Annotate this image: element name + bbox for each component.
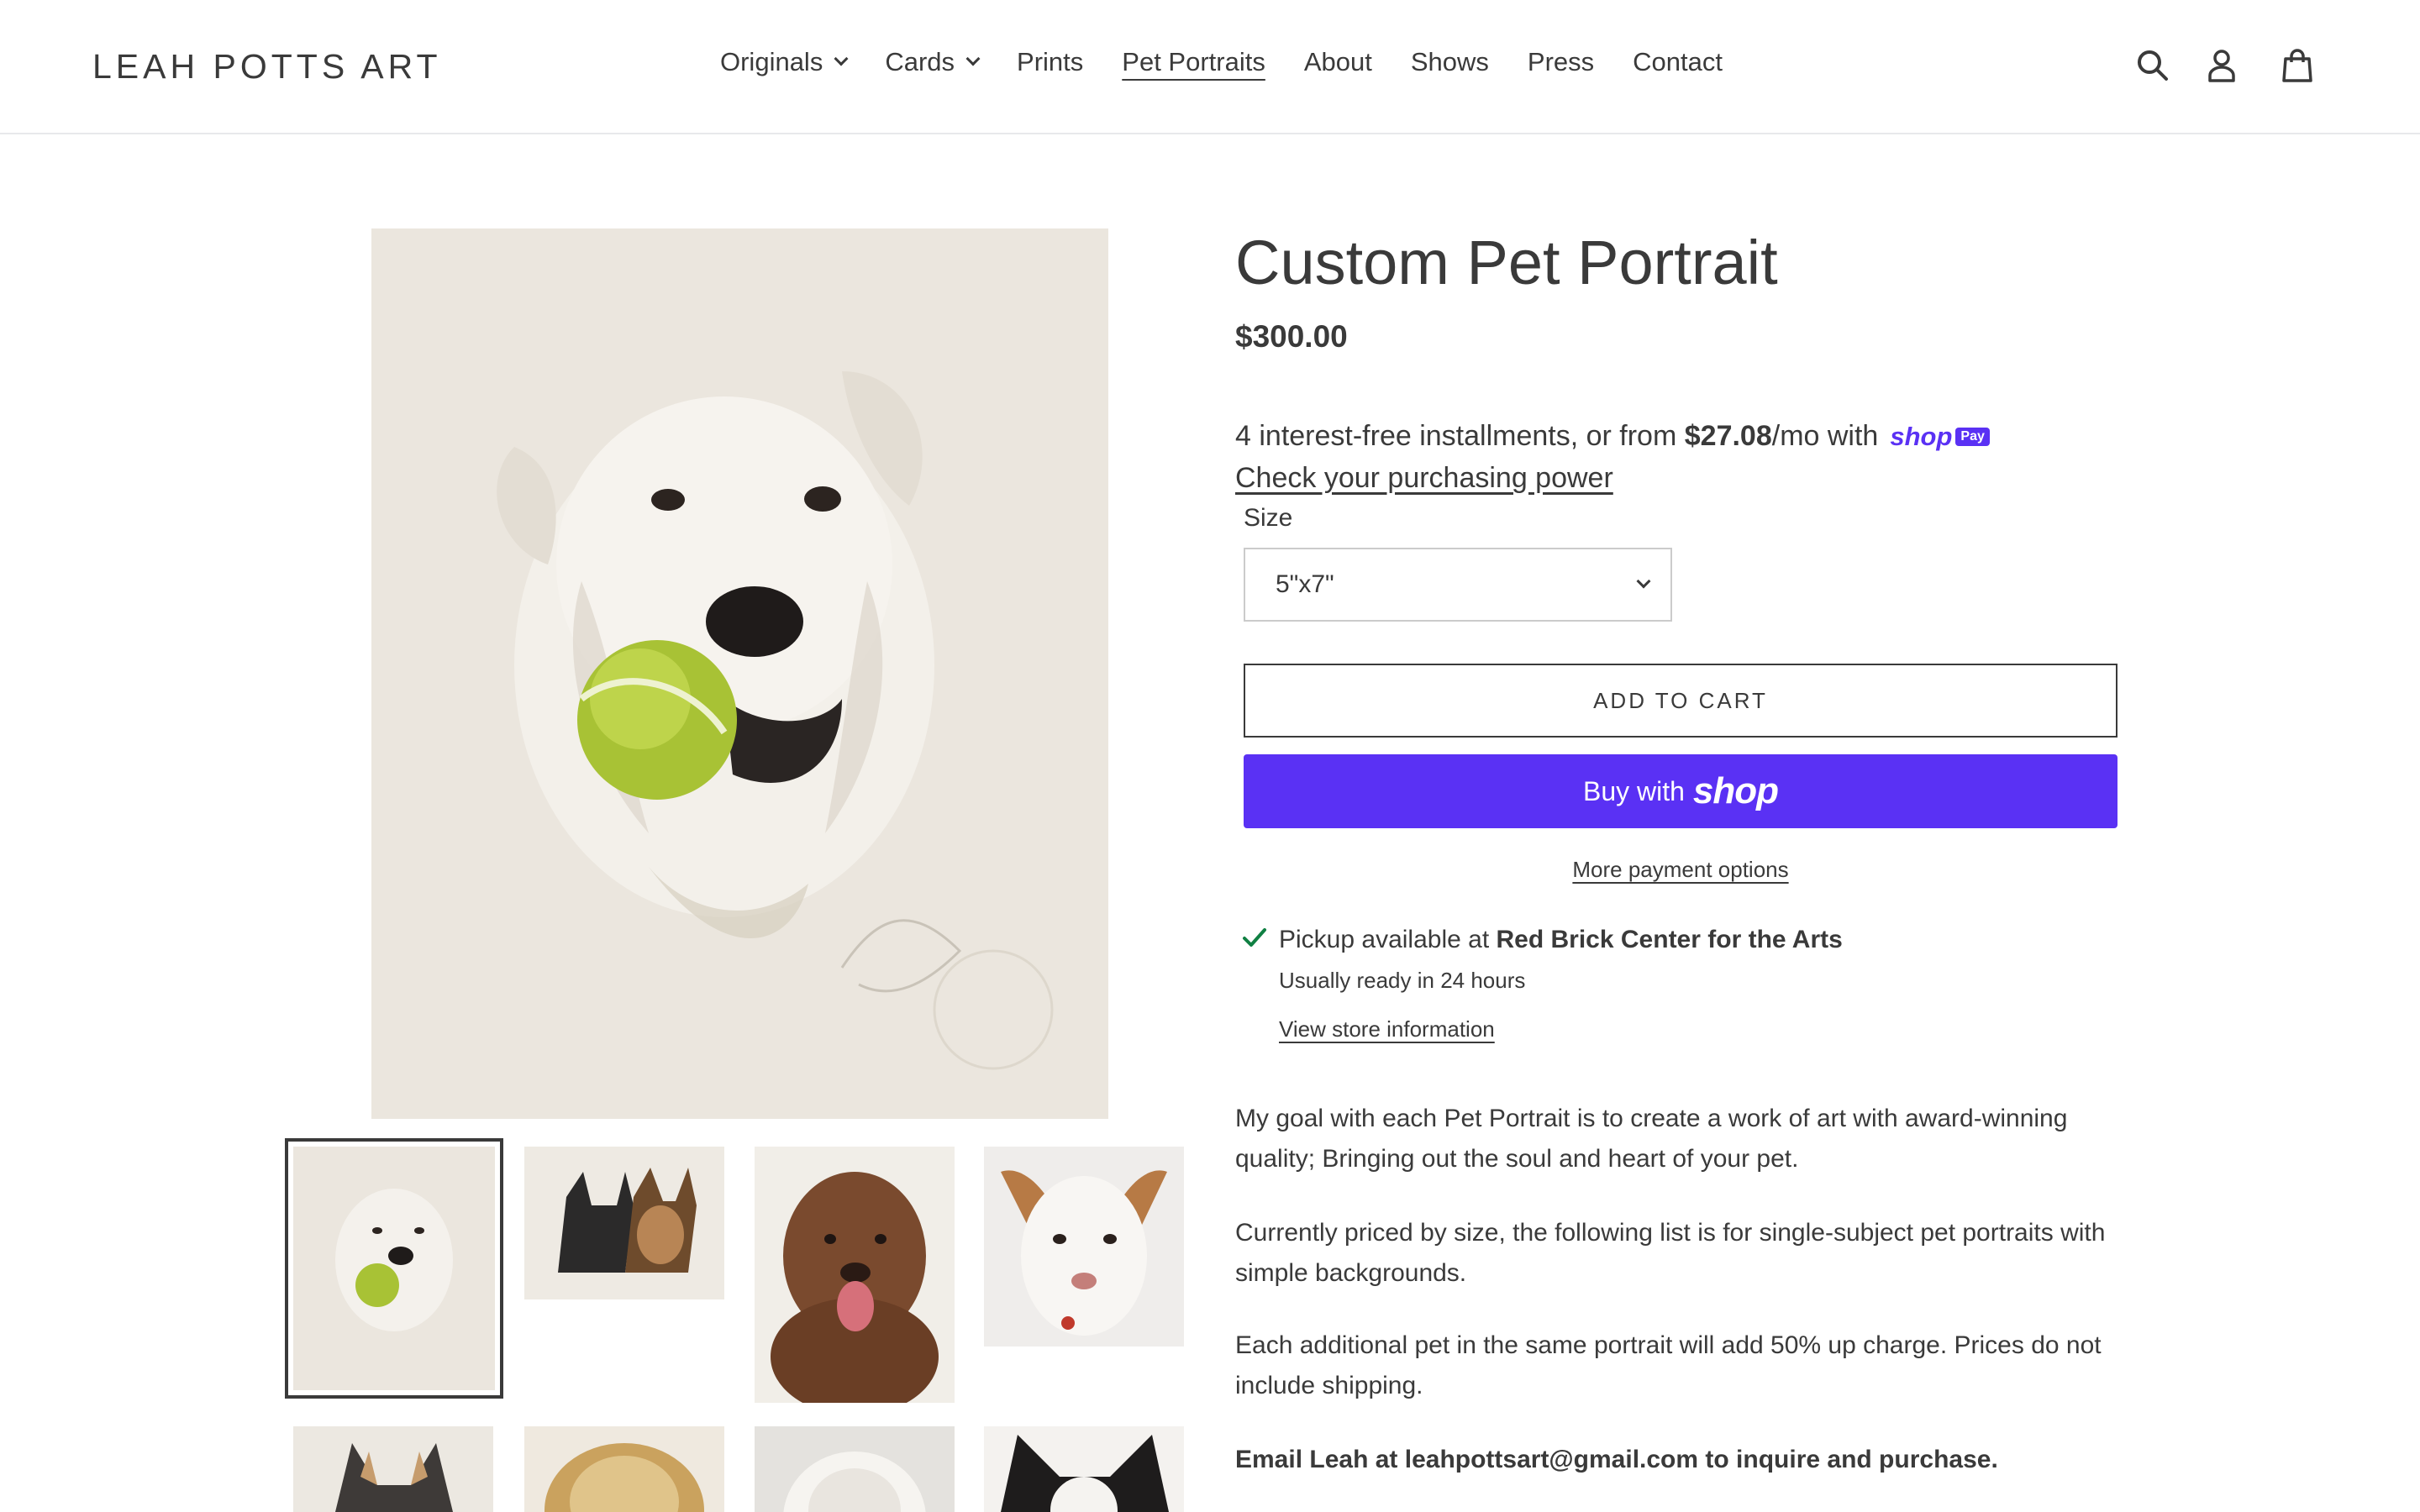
site-logo[interactable]: LEAH POTTS ART <box>92 47 442 87</box>
thumbnail-2[interactable] <box>524 1147 724 1299</box>
nav-contact[interactable]: Contact <box>1633 47 1723 77</box>
nav-label: Originals <box>720 47 823 76</box>
nav-originals[interactable]: Originals <box>720 47 849 77</box>
account-icon[interactable] <box>2203 47 2240 84</box>
installments-suffix: /mo with <box>1771 420 1879 452</box>
header-icons <box>2134 47 2316 84</box>
product-main-image[interactable] <box>371 228 1108 1119</box>
size-select[interactable]: 5"x7" <box>1244 548 1672 622</box>
thumb-terrier-image <box>293 1147 495 1390</box>
installments-prefix: 4 interest-free installments, or from <box>1235 420 1685 452</box>
search-icon[interactable] <box>2134 47 2171 84</box>
nav-about[interactable]: About <box>1304 47 1372 77</box>
nav-prints[interactable]: Prints <box>1017 47 1083 77</box>
chevron-down-icon <box>1636 574 1651 589</box>
check-icon <box>1243 928 1266 947</box>
pickup-prefix: Pickup available at <box>1279 926 1497 953</box>
thumbnail-7[interactable] <box>755 1426 955 1512</box>
description-contact: Email Leah at leahpottsart@gmail.com to … <box>1235 1446 1998 1473</box>
thumbnail-1[interactable] <box>285 1138 503 1399</box>
nav-label: Cards <box>885 47 955 76</box>
pickup-location: Red Brick Center for the Arts <box>1496 926 1843 953</box>
installments-info: 4 interest-free installments, or from $2… <box>1235 420 1990 453</box>
shop-pay-word: shop <box>1890 421 1953 451</box>
thumb-shepherds-image <box>524 1147 724 1299</box>
nav-cards[interactable]: Cards <box>885 47 981 77</box>
description-paragraph-1: My goal with each Pet Portrait is to cre… <box>1235 1105 2068 1173</box>
dog-painting <box>371 228 1108 1119</box>
thumb-dog-7-image <box>755 1426 955 1512</box>
description-paragraph-3: Each additional pet in the same portrait… <box>1235 1331 2102 1399</box>
size-label: Size <box>1244 504 1293 532</box>
size-selected-value: 5"x7" <box>1276 570 1334 598</box>
thumb-dog-8-image <box>984 1426 1184 1512</box>
nav-shows[interactable]: Shows <box>1411 47 1489 77</box>
chevron-down-icon <box>965 51 981 66</box>
shop-pay-logo: shop Pay <box>1890 422 1990 452</box>
thumb-dog-5-image <box>293 1426 493 1512</box>
buy-with-label: Buy with <box>1582 775 1685 806</box>
nav-press[interactable]: Press <box>1528 47 1594 77</box>
installments-amount: $27.08 <box>1684 420 1772 452</box>
thumbnail-8[interactable] <box>984 1426 1184 1512</box>
pickup-ready-time: Usually ready in 24 hours <box>1279 968 1526 993</box>
description-paragraph-2: Currently priced by size, the following … <box>1235 1219 2106 1287</box>
nav-pet-portraits[interactable]: Pet Portraits <box>1122 47 1265 77</box>
pickup-availability: Pickup available at Red Brick Center for… <box>1279 926 1843 954</box>
shop-logo: shop <box>1692 770 1779 811</box>
chevron-down-icon <box>834 51 849 66</box>
view-store-info-link[interactable]: View store information <box>1279 1016 1495 1042</box>
purchasing-power-link[interactable]: Check your purchasing power <box>1235 462 1613 495</box>
shop-pay-badge: Pay <box>1955 427 1990 446</box>
thumb-dog-6-image <box>524 1426 724 1512</box>
thumbnail-4[interactable] <box>984 1147 1184 1347</box>
more-payment-options-link[interactable]: More payment options <box>1244 857 2118 883</box>
product-price: $300.00 <box>1235 319 1348 354</box>
add-to-cart-button[interactable]: ADD TO CART <box>1244 664 2118 738</box>
thumbnail-5[interactable] <box>293 1426 493 1512</box>
cart-icon[interactable] <box>2279 47 2316 84</box>
thumbnail-3[interactable] <box>755 1147 955 1403</box>
thumbnail-6[interactable] <box>524 1426 724 1512</box>
thumb-collie-image <box>984 1147 1184 1347</box>
product-title: Custom Pet Portrait <box>1235 228 1778 297</box>
thumb-lab-image <box>755 1147 955 1403</box>
main-nav: Originals Cards Prints Pet Portraits Abo… <box>720 47 1761 77</box>
site-header: LEAH POTTS ART Originals Cards Prints Pe… <box>0 0 2420 134</box>
buy-with-shop-button[interactable]: Buy with shop <box>1244 754 2118 828</box>
